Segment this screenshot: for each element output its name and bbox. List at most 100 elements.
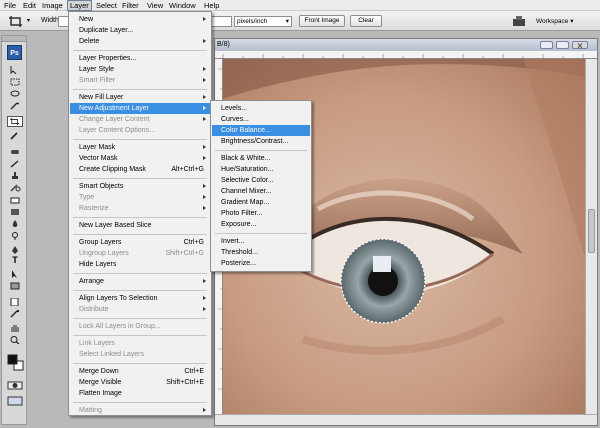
menu-item-vector-mask[interactable]: Vector Mask — [70, 153, 210, 164]
zoom-tool-icon[interactable] — [9, 336, 21, 344]
menu-item-layer-mask[interactable]: Layer Mask — [70, 142, 210, 153]
marquee-tool-icon[interactable] — [9, 78, 21, 86]
maximize-button[interactable] — [556, 41, 569, 49]
menu-item-select-linked-layers[interactable]: Select Linked Layers — [70, 349, 210, 360]
shape-tool-icon[interactable] — [9, 282, 21, 290]
menu-item-new[interactable]: New — [70, 14, 210, 25]
notes-tool-icon[interactable] — [9, 298, 21, 306]
menu-item-arrange[interactable]: Arrange — [70, 276, 210, 287]
menu-item-link-layers[interactable]: Link Layers — [70, 338, 210, 349]
crop-tool-icon-active[interactable] — [7, 116, 23, 127]
dodge-tool-icon[interactable] — [9, 232, 21, 240]
panel-grip[interactable] — [2, 36, 26, 42]
menu-item-change-layer-content[interactable]: Change Layer Content — [70, 114, 210, 125]
scrollbar-thumb[interactable] — [588, 209, 595, 253]
menu-item-align-layers-to-selection[interactable]: Align Layers To Selection — [70, 293, 210, 304]
submenu-item-channel-mixer[interactable]: Channel Mixer... — [212, 186, 310, 197]
submenu-arrow-icon — [203, 78, 206, 82]
clear-button[interactable]: Clear — [350, 15, 382, 27]
submenu-item-hue-saturation[interactable]: Hue/Saturation... — [212, 164, 310, 175]
close-button[interactable] — [572, 41, 588, 49]
lasso-tool-icon[interactable] — [9, 90, 21, 98]
menu-image[interactable]: Image — [40, 1, 65, 10]
menu-item-new-adjustment-layer[interactable]: New Adjustment Layer — [70, 103, 210, 114]
menu-separator — [73, 363, 207, 364]
status-bar — [215, 414, 597, 425]
screen-mode-icon[interactable] — [7, 396, 23, 406]
menu-item-new-layer-based-slice[interactable]: New Layer Based Slice — [70, 220, 210, 231]
submenu-item-invert[interactable]: Invert... — [212, 236, 310, 247]
submenu-item-selective-color[interactable]: Selective Color... — [212, 175, 310, 186]
hand-tool-icon[interactable] — [9, 324, 21, 332]
menu-separator — [73, 402, 207, 403]
path-selection-tool-icon[interactable] — [9, 270, 21, 278]
submenu-item-black-white[interactable]: Black & White... — [212, 153, 310, 164]
minimize-button[interactable] — [540, 41, 553, 49]
menu-item-flatten-image[interactable]: Flatten Image — [70, 388, 210, 399]
blur-tool-icon[interactable] — [9, 220, 21, 228]
menu-item-merge-visible[interactable]: Merge Visible Shift+Ctrl+E — [70, 377, 210, 388]
menu-item-smart-objects[interactable]: Smart Objects — [70, 181, 210, 192]
menu-item-duplicate-layer[interactable]: Duplicate Layer... — [70, 25, 210, 36]
menu-layer[interactable]: Layer — [67, 0, 92, 11]
menu-item-create-clipping-mask[interactable]: Create Clipping Mask Alt+Ctrl+G — [70, 164, 210, 175]
magic-wand-tool-icon[interactable] — [9, 102, 21, 110]
submenu-item-exposure[interactable]: Exposure... — [212, 219, 310, 230]
menu-item-new-fill-layer[interactable]: New Fill Layer — [70, 92, 210, 103]
quick-mask-icon[interactable] — [7, 381, 23, 390]
submenu-arrow-icon — [203, 17, 206, 21]
menu-item-distribute[interactable]: Distribute — [70, 304, 210, 315]
document-title-bar[interactable]: B/8) — [215, 39, 597, 51]
submenu-item-brightness-contrast[interactable]: Brightness/Contrast... — [212, 136, 310, 147]
clone-stamp-tool-icon[interactable] — [9, 172, 21, 180]
history-brush-tool-icon[interactable] — [9, 184, 21, 192]
menu-help[interactable]: Help — [202, 1, 221, 10]
menu-file[interactable]: File — [2, 1, 18, 10]
menu-item-delete[interactable]: Delete — [70, 36, 210, 47]
menu-item-matting[interactable]: Matting — [70, 405, 210, 416]
front-image-button[interactable]: Front Image — [299, 15, 345, 27]
menu-view[interactable]: View — [145, 1, 165, 10]
submenu-arrow-icon — [203, 67, 206, 71]
submenu-item-curves[interactable]: Curves... — [212, 114, 310, 125]
eraser-tool-icon[interactable] — [9, 196, 21, 204]
menu-item-rasterize[interactable]: Rasterize — [70, 203, 210, 214]
submenu-item-threshold[interactable]: Threshold... — [212, 247, 310, 258]
color-swatches-icon[interactable] — [7, 354, 24, 371]
gradient-tool-icon[interactable] — [9, 208, 21, 216]
vertical-scrollbar[interactable] — [585, 59, 597, 414]
submenu-item-photo-filter[interactable]: Photo Filter... — [212, 208, 310, 219]
menu-item-group-layers[interactable]: Group Layers Ctrl+G — [70, 237, 210, 248]
eyedropper-tool-icon[interactable] — [9, 132, 21, 140]
menu-item-ungroup-layers[interactable]: Ungroup Layers Shift+Ctrl+G — [70, 248, 210, 259]
menu-item-lock-all-layers[interactable]: Lock All Layers in Group... — [70, 321, 210, 332]
menu-item-layer-properties[interactable]: Layer Properties... — [70, 53, 210, 64]
submenu-arrow-icon — [203, 408, 206, 412]
menu-item-layer-content-options[interactable]: Layer Content Options... — [70, 125, 210, 136]
healing-brush-tool-icon[interactable] — [9, 148, 21, 156]
menu-item-layer-style[interactable]: Layer Style — [70, 64, 210, 75]
menu-item-merge-down[interactable]: Merge Down Ctrl+E — [70, 366, 210, 377]
menu-select[interactable]: Select — [94, 1, 119, 10]
chevron-down-icon[interactable]: ▾ — [27, 17, 30, 24]
eyedropper-sample-icon[interactable] — [9, 310, 21, 318]
submenu-item-color-balance[interactable]: Color Balance... — [212, 125, 310, 136]
type-tool-icon[interactable]: T — [9, 256, 21, 265]
menu-edit[interactable]: Edit — [21, 1, 38, 10]
submenu-item-gradient-map[interactable]: Gradient Map... — [212, 197, 310, 208]
crop-tool-icon[interactable] — [8, 15, 24, 28]
menu-window[interactable]: Window — [167, 1, 198, 10]
palette-well-icon[interactable] — [512, 15, 526, 27]
resolution-unit-select[interactable]: pixels/inch ▾ — [234, 16, 292, 27]
workspace-menu[interactable]: Workspace ▾ — [536, 17, 573, 25]
menu-item-hide-layers[interactable]: Hide Layers — [70, 259, 210, 270]
move-tool-icon[interactable] — [9, 66, 21, 74]
submenu-item-levels[interactable]: Levels... — [212, 103, 310, 114]
pen-tool-icon[interactable] — [9, 246, 21, 254]
menu-separator — [73, 217, 207, 218]
menu-item-smart-filter[interactable]: Smart Filter — [70, 75, 210, 86]
menu-item-type[interactable]: Type — [70, 192, 210, 203]
submenu-item-posterize[interactable]: Posterize... — [212, 258, 310, 269]
menu-filter[interactable]: Filter — [120, 1, 141, 10]
brush-tool-icon[interactable] — [9, 160, 21, 168]
